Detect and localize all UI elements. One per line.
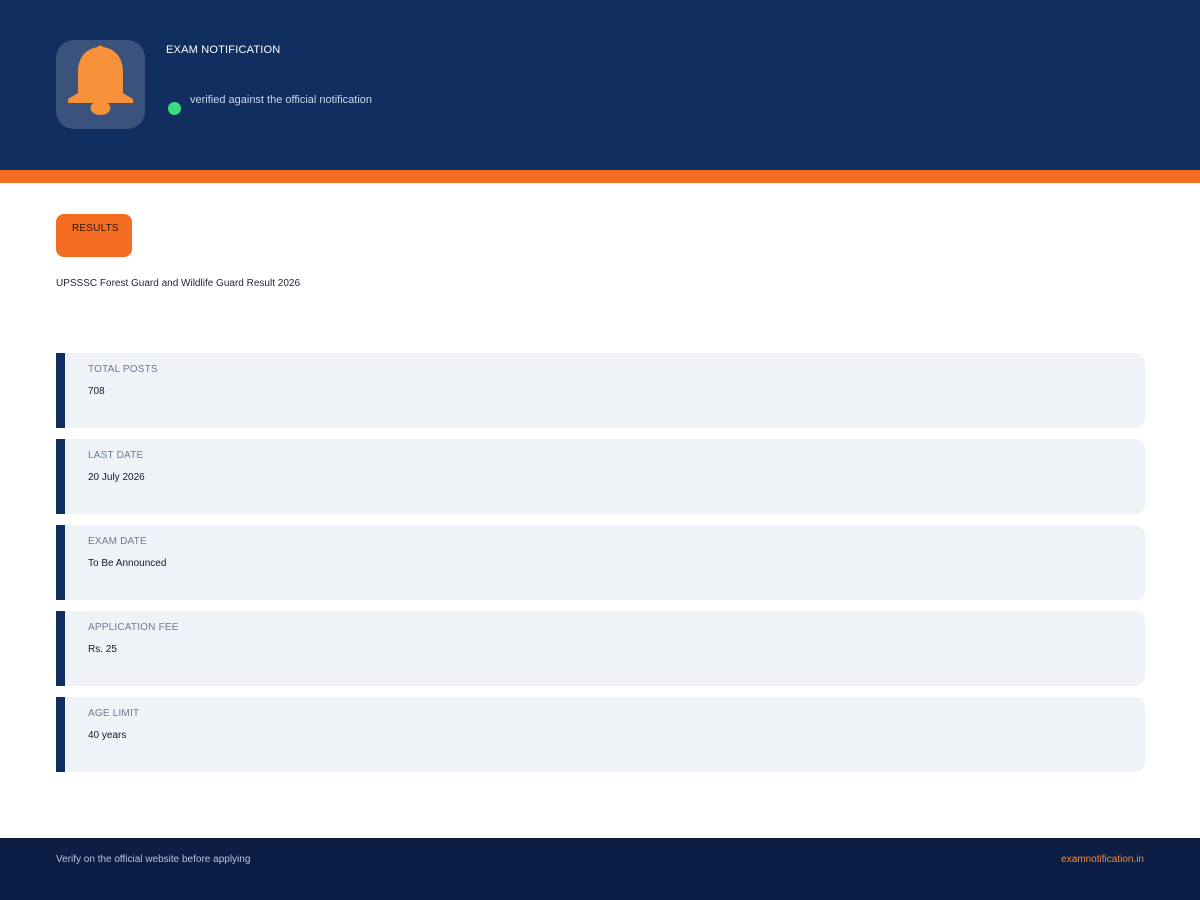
brand-title: EXAM NOTIFICATION: [166, 44, 281, 56]
info-card-list: TOTAL POSTS 708 LAST DATE 20 July 2026 E…: [56, 353, 1145, 783]
page: EXAM NOTIFICATION verified against the o…: [0, 0, 1200, 900]
info-card-age-limit: AGE LIMIT 40 years: [56, 697, 1145, 772]
card-accent-bar: [56, 697, 65, 772]
verified-status-dot: [168, 102, 181, 115]
logo-tile: [56, 40, 145, 129]
header: EXAM NOTIFICATION verified against the o…: [0, 0, 1200, 170]
page-title: UPSSSC Forest Guard and Wildlife Guard R…: [56, 278, 300, 289]
card-value: Rs. 25: [88, 644, 117, 655]
card-label: APPLICATION FEE: [88, 622, 179, 633]
card-accent-bar: [56, 525, 65, 600]
info-card-last-date: LAST DATE 20 July 2026: [56, 439, 1145, 514]
card-value: 20 July 2026: [88, 472, 145, 483]
card-accent-bar: [56, 353, 65, 428]
footer-website-link[interactable]: examnotification.in: [1061, 854, 1144, 865]
verified-text: verified against the official notificati…: [190, 94, 373, 106]
card-label: EXAM DATE: [88, 536, 147, 547]
card-value: 708: [88, 386, 105, 397]
header-accent-stripe: [0, 170, 1200, 183]
footer: Verify on the official website before ap…: [0, 838, 1200, 900]
card-label: AGE LIMIT: [88, 708, 140, 719]
card-value: To Be Announced: [88, 558, 167, 569]
info-card-exam-date: EXAM DATE To Be Announced: [56, 525, 1145, 600]
info-card-total-posts: TOTAL POSTS 708: [56, 353, 1145, 428]
footer-note: Verify on the official website before ap…: [56, 854, 251, 865]
category-badge: RESULTS: [56, 214, 132, 257]
card-accent-bar: [56, 439, 65, 514]
card-label: TOTAL POSTS: [88, 364, 158, 375]
card-label: LAST DATE: [88, 450, 144, 461]
bell-icon: [68, 45, 133, 115]
card-value: 40 years: [88, 730, 127, 741]
card-accent-bar: [56, 611, 65, 686]
info-card-application-fee: APPLICATION FEE Rs. 25: [56, 611, 1145, 686]
